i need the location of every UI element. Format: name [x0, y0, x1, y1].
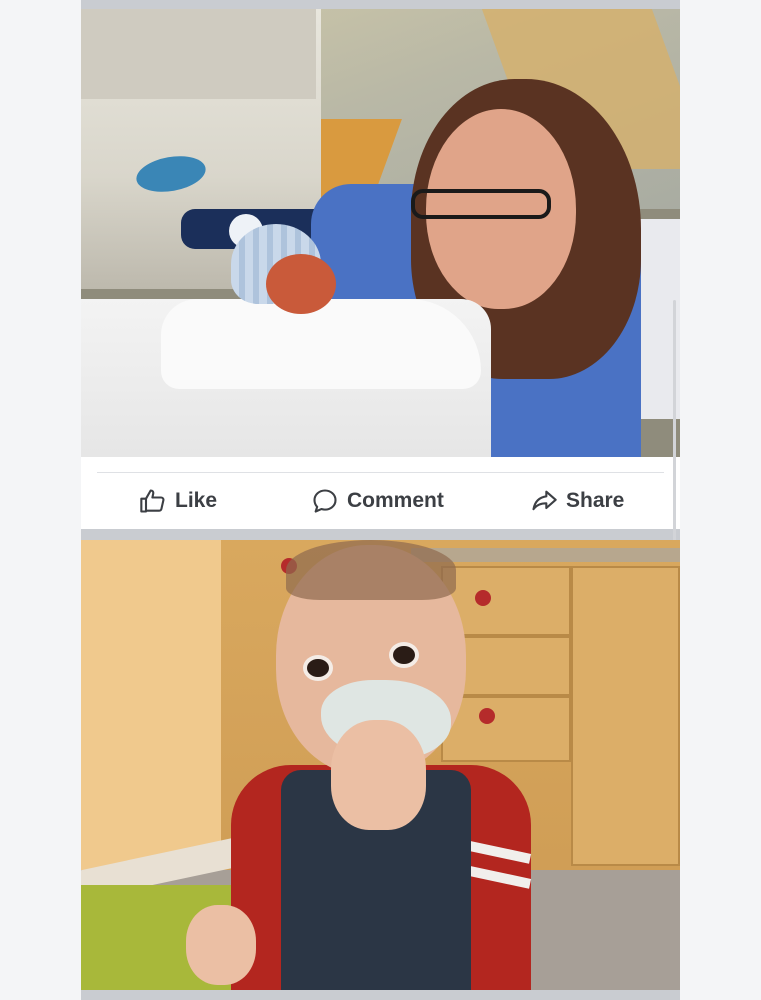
hospital-machine-top [81, 9, 316, 99]
mother-and-newborn-photo[interactable] [81, 9, 680, 457]
post-separator-bottom [81, 990, 680, 1000]
blanket-fold [161, 299, 481, 389]
wall [81, 540, 231, 880]
post-separator [81, 529, 680, 540]
post-action-bar: Like Comment Share [81, 457, 680, 529]
comment-label: Comment [347, 489, 444, 512]
cabinet-door [571, 566, 680, 866]
like-label: Like [175, 489, 218, 512]
drawer-knob [479, 708, 495, 724]
glasses [411, 189, 551, 219]
action-bar-divider [97, 472, 664, 473]
share-button[interactable]: Share [530, 484, 624, 518]
toddler-eye [303, 655, 333, 681]
share-arrow-icon [532, 490, 557, 511]
drawer-knob [475, 590, 491, 606]
toddler-hand [186, 905, 256, 985]
toddler-hand [331, 720, 426, 830]
baby-face [266, 254, 336, 314]
thumbs-up-icon [140, 489, 165, 513]
like-button[interactable]: Like [139, 484, 217, 518]
toddler-eating-cake-photo[interactable] [81, 540, 680, 990]
share-label: Share [566, 489, 625, 512]
speech-bubble-icon [313, 489, 337, 513]
toddler-eye [389, 642, 419, 668]
toddler-hair [286, 540, 456, 600]
comment-button[interactable]: Comment [311, 484, 444, 518]
post-separator-top [81, 0, 680, 9]
